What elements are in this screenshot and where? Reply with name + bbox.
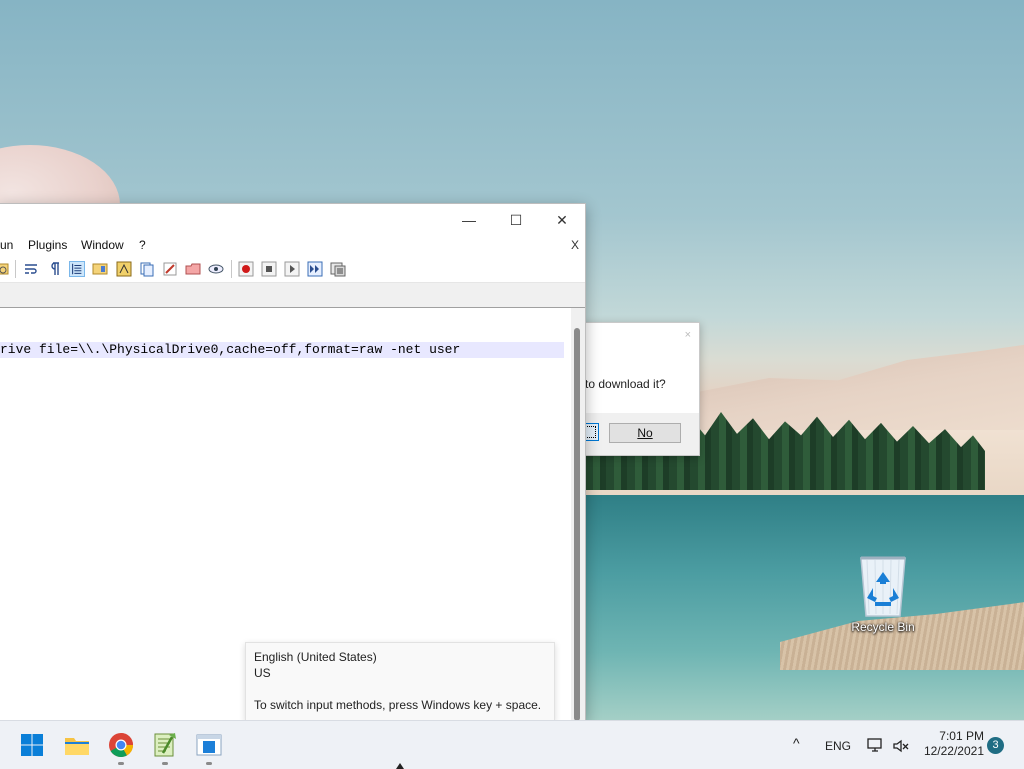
menu-run[interactable]: un (0, 238, 13, 252)
recycle-bin-label: Recycle Bin (851, 620, 915, 634)
stop-recording-icon[interactable] (261, 261, 277, 277)
dialog-no-button[interactable]: No (609, 423, 681, 443)
find-icon[interactable] (0, 261, 10, 277)
tab-bar (0, 283, 585, 308)
folder-icon[interactable] (185, 261, 201, 277)
network-icon[interactable] (866, 736, 884, 754)
file-explorer-icon[interactable] (63, 731, 91, 759)
menu-bar: un Plugins Window ? X (0, 234, 585, 256)
title-bar[interactable]: — ☐ ✕ (0, 204, 585, 234)
volume-muted-icon[interactable] (892, 737, 910, 755)
monitoring-icon[interactable] (162, 261, 178, 277)
system-clock[interactable]: 7:01 PM 12/22/2021 (918, 729, 984, 759)
start-button-windows-icon[interactable] (18, 731, 46, 759)
toolbar-separator (15, 260, 16, 278)
toolbar-separator (231, 260, 232, 278)
eye-icon[interactable] (208, 261, 224, 277)
run-macro-multiple-icon[interactable] (307, 261, 323, 277)
function-list-icon[interactable] (116, 261, 132, 277)
dialog-message: to download it? (585, 377, 666, 391)
record-macro-icon[interactable] (238, 261, 254, 277)
close-button[interactable]: ✕ (542, 208, 582, 232)
running-indicator (118, 762, 124, 765)
tooltip-hint: To switch input methods, press Windows k… (254, 698, 542, 712)
document-map-icon[interactable] (92, 261, 108, 277)
scrollbar-thumb[interactable] (574, 328, 580, 721)
vertical-scrollbar[interactable] (571, 308, 585, 721)
tooltip-language: English (United States) (254, 650, 377, 664)
taskbar: ^ ENG 7:01 PM 12/22/2021 3 (0, 720, 1024, 769)
menu-plugins[interactable]: Plugins (28, 238, 67, 252)
menu-help[interactable]: ? (139, 238, 146, 252)
input-language-tooltip: English (United States) US To switch inp… (245, 642, 555, 721)
dialog-close-icon[interactable]: × (685, 329, 691, 341)
app-window-icon[interactable] (195, 731, 223, 759)
close-document-button[interactable]: X (571, 238, 579, 252)
clock-time: 7:01 PM (939, 729, 984, 743)
running-indicator (162, 762, 168, 765)
tooltip-layout: US (254, 666, 271, 680)
input-language-indicator[interactable]: ENG (825, 739, 851, 753)
recycle-bin-shortcut[interactable]: Recycle Bin (843, 550, 923, 634)
show-all-characters-icon[interactable] (46, 261, 62, 277)
indent-guide-icon[interactable] (69, 261, 85, 277)
menu-window[interactable]: Window (81, 238, 124, 252)
playback-macro-icon[interactable] (284, 261, 300, 277)
dialog-footer: No (571, 413, 699, 455)
chrome-icon[interactable] (107, 731, 135, 759)
minimize-button[interactable]: — (449, 208, 489, 232)
notification-count-badge[interactable]: 3 (987, 737, 1004, 754)
folder-as-workspace-icon[interactable] (139, 261, 155, 277)
notepad-plus-plus-icon[interactable] (151, 731, 179, 759)
recycle-bin-icon (860, 556, 906, 617)
maximize-button[interactable]: ☐ (496, 208, 536, 232)
wallpaper-lake (585, 495, 1024, 720)
save-macro-icon[interactable] (330, 261, 346, 277)
running-indicator (206, 762, 212, 765)
mouse-cursor-icon (396, 763, 404, 769)
clock-date: 12/22/2021 (923, 744, 984, 758)
toolbar (0, 256, 585, 283)
download-dialog: × to download it? No (570, 322, 700, 456)
current-line[interactable]: rive file=\\.\PhysicalDrive0,cache=off,f… (0, 342, 564, 358)
dialog-no-label: No (637, 426, 653, 440)
word-wrap-icon[interactable] (23, 261, 39, 277)
show-hidden-icons-chevron-icon[interactable]: ^ (793, 735, 800, 751)
